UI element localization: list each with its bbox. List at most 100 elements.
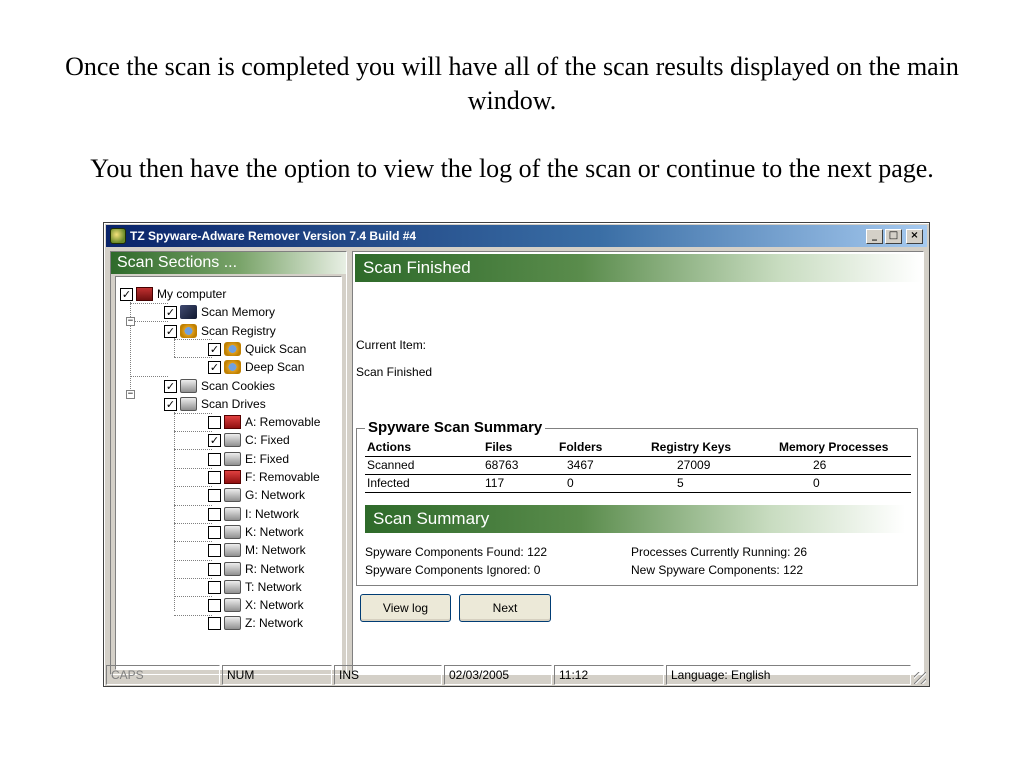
- tree-item-checkbox[interactable]: [208, 525, 221, 539]
- view-log-button[interactable]: View log: [360, 594, 451, 622]
- tree-item-checkbox[interactable]: [208, 452, 221, 466]
- caps-indicator: CAPS: [106, 665, 220, 685]
- tree-item-checkbox[interactable]: ✓: [120, 287, 133, 301]
- tree-item-checkbox[interactable]: [208, 543, 221, 557]
- table-cell: 27009: [649, 456, 777, 475]
- table-cell: 26: [777, 456, 911, 475]
- tree-item-label: F: Removable: [245, 470, 320, 484]
- next-button[interactable]: Next: [459, 594, 551, 622]
- table-cell: 0: [557, 474, 649, 493]
- drive-icon: [224, 433, 241, 447]
- tree-item-label: T: Network: [245, 580, 302, 594]
- drives-collapse-toggle[interactable]: −: [126, 390, 135, 399]
- table-cell: 117: [483, 474, 557, 493]
- drive-icon: [224, 562, 241, 576]
- registry-icon: [224, 342, 241, 356]
- drive-icon: [180, 379, 197, 393]
- tree-item[interactable]: ✓ Quick Scan: [208, 340, 306, 358]
- processes-running-text: Processes Currently Running: 26: [631, 545, 808, 559]
- language-display: Language: English: [666, 665, 911, 685]
- tree-item[interactable]: T: Network: [208, 578, 302, 596]
- tree-item[interactable]: R: Network: [208, 560, 304, 578]
- scan-sections-panel: Scan Sections ... − − ✓ My computer ✓ Sc…: [110, 251, 347, 675]
- tree-item-label: Scan Registry: [201, 324, 276, 338]
- drive-icon: [224, 525, 241, 539]
- tree-item-checkbox[interactable]: [208, 562, 221, 576]
- tree-item[interactable]: ✓ C: Fixed: [208, 431, 290, 449]
- tree-item[interactable]: F: Removable: [208, 468, 320, 486]
- tree-item[interactable]: ✓ My computer: [120, 285, 226, 303]
- tree-item[interactable]: ✓ Scan Registry: [164, 322, 276, 340]
- tree-item[interactable]: ✓ Deep Scan: [208, 358, 304, 376]
- tree-item-checkbox[interactable]: ✓: [164, 305, 177, 319]
- memory-icon: [180, 305, 197, 319]
- removable-drive-icon: [224, 415, 241, 429]
- num-indicator: NUM: [222, 665, 332, 685]
- tree-item-label: E: Fixed: [245, 452, 290, 466]
- scan-results-table: Actions Files Folders Registry Keys Memo…: [365, 439, 911, 493]
- table-cell: 0: [777, 474, 911, 493]
- tree-item-checkbox[interactable]: [208, 507, 221, 521]
- drive-icon: [224, 488, 241, 502]
- tree-item-checkbox[interactable]: ✓: [208, 342, 221, 356]
- tree-item-label: My computer: [157, 287, 227, 301]
- column-header: Memory Processes: [777, 439, 911, 457]
- table-cell: Scanned: [365, 456, 483, 475]
- tree-item-checkbox[interactable]: ✓: [164, 324, 177, 338]
- tree-item[interactable]: K: Network: [208, 523, 304, 541]
- tree-item[interactable]: M: Network: [208, 541, 306, 559]
- current-item-label: Current Item:: [356, 338, 427, 352]
- table-row: Infected 117 0 5 0: [365, 474, 911, 493]
- close-button[interactable]: ×: [906, 228, 923, 244]
- tree-item-label: A: Removable: [245, 415, 321, 429]
- drive-icon: [224, 580, 241, 594]
- title-bar[interactable]: TZ Spyware-Adware Remover Version 7.4 Bu…: [106, 225, 927, 247]
- registry-collapse-toggle[interactable]: −: [126, 317, 135, 326]
- column-header: Registry Keys: [649, 439, 777, 457]
- tree-item-label: I: Network: [245, 507, 300, 521]
- column-header: Actions: [365, 439, 483, 457]
- removable-drive-icon: [224, 470, 241, 484]
- tree-item-checkbox[interactable]: [208, 580, 221, 594]
- drive-icon: [224, 452, 241, 466]
- scan-sections-tree[interactable]: − − ✓ My computer ✓ Scan Memory ✓ Scan Regist…: [115, 276, 342, 670]
- tree-item-label: C: Fixed: [245, 433, 290, 447]
- tree-item-checkbox[interactable]: [208, 415, 221, 429]
- tree-item[interactable]: ✓ Scan Memory: [164, 303, 275, 321]
- scan-finished-header: Scan Finished: [355, 254, 921, 282]
- results-panel: Scan Finished Current Item: Scan Finishe…: [352, 251, 924, 675]
- tree-item-checkbox[interactable]: ✓: [164, 379, 177, 393]
- tree-item[interactable]: A: Removable: [208, 413, 320, 431]
- column-header: Folders: [557, 439, 649, 457]
- spyware-scan-summary-group: Spyware Scan Summary Actions Files Folde…: [356, 419, 918, 586]
- tree-item-label: X: Network: [245, 598, 304, 612]
- tree-item-label: M: Network: [245, 543, 306, 557]
- tree-item-checkbox[interactable]: [208, 488, 221, 502]
- tree-item-checkbox[interactable]: ✓: [208, 360, 221, 374]
- app-icon: [110, 228, 126, 244]
- tree-item-checkbox[interactable]: ✓: [164, 397, 177, 411]
- drive-icon: [180, 397, 197, 411]
- minimize-button[interactable]: _: [866, 228, 883, 244]
- tree-item-checkbox[interactable]: ✓: [208, 433, 221, 447]
- column-header: Files: [483, 439, 557, 457]
- resize-grip-icon[interactable]: [914, 672, 926, 684]
- tree-item[interactable]: Z: Network: [208, 614, 303, 632]
- tree-item[interactable]: E: Fixed: [208, 450, 289, 468]
- tree-item-checkbox[interactable]: [208, 616, 221, 630]
- tree-item[interactable]: ✓ Scan Cookies: [164, 377, 275, 395]
- status-bar: CAPS NUM INS 02/03/2005 11:12 Language: …: [106, 665, 927, 685]
- tree-item-checkbox[interactable]: [208, 598, 221, 612]
- new-components-text: New Spyware Components: 122: [631, 563, 804, 577]
- tree-item-checkbox[interactable]: [208, 470, 221, 484]
- tree-item[interactable]: X: Network: [208, 596, 304, 614]
- maximize-button[interactable]: □: [885, 228, 902, 244]
- tree-item-label: G: Network: [245, 488, 306, 502]
- tree-item[interactable]: I: Network: [208, 505, 299, 523]
- tree-item[interactable]: ✓ Scan Drives: [164, 395, 266, 413]
- table-cell: 5: [649, 474, 777, 493]
- tree-item[interactable]: G: Network: [208, 486, 305, 504]
- tree-item-label: R: Network: [245, 562, 305, 576]
- time-display: 11:12: [554, 665, 664, 685]
- table-row: Scanned 68763 3467 27009 26: [365, 456, 911, 475]
